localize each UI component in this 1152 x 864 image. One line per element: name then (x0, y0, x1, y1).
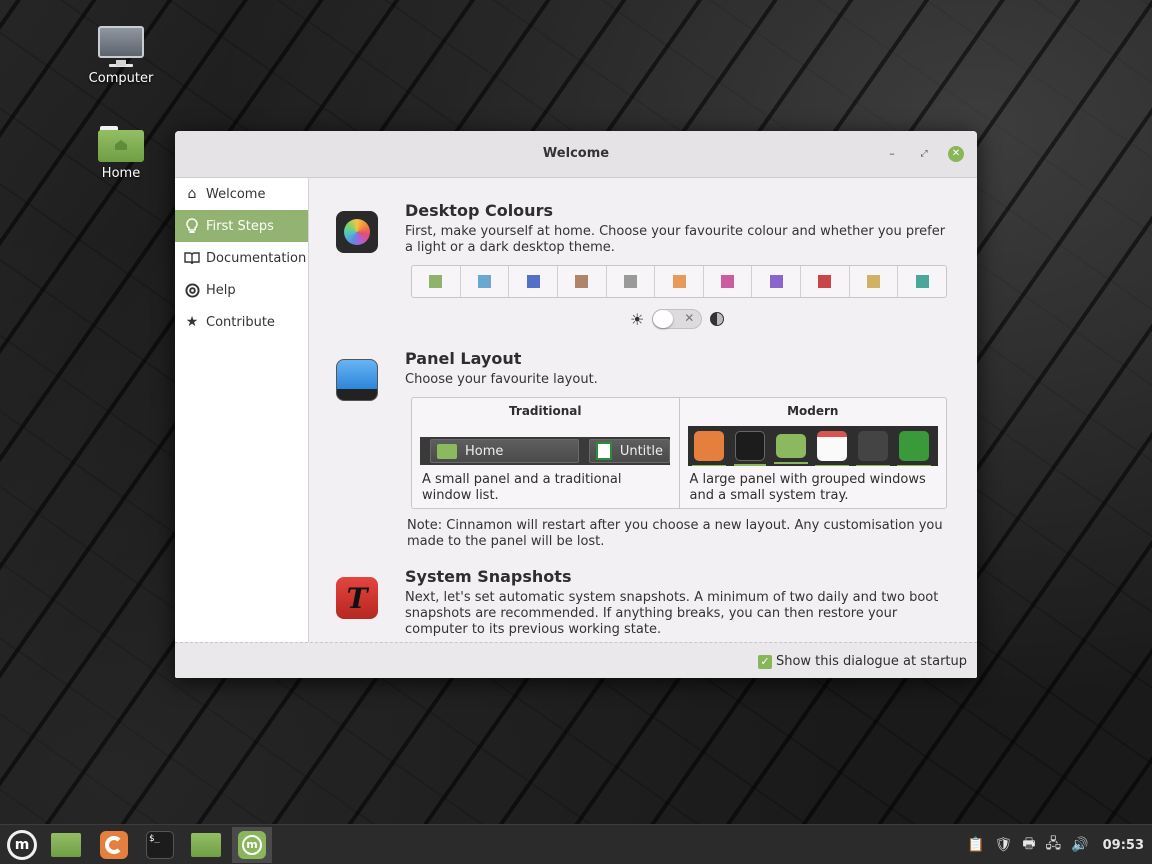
network-icon[interactable]: 🖧 (1046, 833, 1062, 857)
clock[interactable]: 09:53 (1103, 838, 1144, 853)
sidebar-item-label: First Steps (206, 218, 274, 234)
timeshift-icon: T (336, 577, 378, 619)
spreadsheet-icon (896, 431, 931, 466)
section-title-snapshots: System Snapshots (405, 567, 572, 586)
star-icon: ★ (185, 314, 199, 330)
panel-layout-icon (336, 359, 378, 401)
layout-option-modern[interactable]: Modern A large panel with grouped window… (680, 398, 947, 508)
preview-label: Home (465, 443, 504, 459)
taskbar: m $_ m 📋 🛡 🖶 🖧 🔊 09:53 (0, 824, 1152, 864)
folder-icon (773, 434, 808, 464)
sidebar-item-help[interactable]: Help (175, 274, 308, 306)
colour-option[interactable] (412, 266, 461, 297)
system-tray: 📋 🛡 🖶 🖧 🔊 09:53 (967, 825, 1152, 864)
colour-option[interactable] (801, 266, 850, 297)
taskbar-files-launcher[interactable] (46, 827, 86, 863)
calculator-icon (855, 431, 890, 466)
lifebuoy-icon (184, 282, 200, 298)
taskbar-welcome-window[interactable]: m (232, 827, 272, 863)
firefox-icon (100, 831, 128, 859)
sidebar-item-label: Contribute (206, 314, 275, 330)
shield-icon[interactable]: 🛡 (995, 837, 1013, 853)
maximize-button[interactable]: ⤢ (916, 146, 932, 162)
colour-option[interactable] (509, 266, 558, 297)
layout-option-desc: A large panel with grouped windows and a… (689, 472, 926, 503)
colour-option[interactable] (850, 266, 899, 297)
volume-icon[interactable]: 🔊 (1071, 837, 1088, 853)
folder-icon (191, 833, 221, 857)
sidebar-item-documentation[interactable]: Documentation (175, 242, 308, 274)
lightbulb-icon (184, 218, 200, 234)
close-button[interactable]: ✕ (948, 146, 964, 162)
section-text-panel: Choose your favourite layout. (405, 372, 598, 387)
desktop-icon-label: Home (101, 166, 141, 181)
traditional-preview: Home Untitle (420, 437, 670, 465)
dark-mode-switch[interactable]: ✕ (652, 309, 703, 329)
section-title-panel: Panel Layout (405, 349, 522, 368)
desktop-icon-home[interactable]: Home (76, 126, 166, 181)
desktop-icon-computer[interactable]: Computer (76, 26, 166, 86)
sun-icon: ☀ (630, 309, 645, 329)
spreadsheet-icon (595, 442, 612, 460)
content-pane: Desktop Colours First, make yourself at … (310, 178, 977, 642)
colour-option[interactable] (752, 266, 802, 297)
terminal-icon: $_ (146, 831, 174, 859)
taskbar-files-launcher-2[interactable] (186, 827, 226, 863)
terminal-icon (733, 431, 766, 466)
mint-logo-icon: m (7, 830, 37, 860)
moon-icon (710, 312, 725, 326)
sidebar-item-first-steps[interactable]: First Steps (175, 210, 308, 242)
section-text-snapshots: Next, let's set automatic system snapsho… (405, 590, 939, 637)
colour-option[interactable] (655, 266, 704, 297)
folder-icon (437, 443, 457, 459)
computer-icon (98, 26, 144, 66)
section-title-colours: Desktop Colours (405, 201, 553, 220)
home-folder-icon (98, 126, 144, 162)
layout-option-title: Traditional (509, 404, 582, 418)
printer-icon[interactable]: 🖶 (1022, 833, 1035, 857)
taskbar-firefox-launcher[interactable] (94, 827, 134, 863)
colour-option[interactable] (461, 266, 510, 297)
calendar-icon (814, 431, 849, 466)
sidebar-item-label: Welcome (206, 186, 266, 202)
menu-button[interactable]: m (2, 827, 42, 863)
sidebar-item-welcome[interactable]: ⌂ Welcome (175, 178, 308, 210)
welcome-window: Welcome – ⤢ ✕ ⌂ Welcome First Steps Docu… (175, 131, 977, 678)
colour-picker (411, 265, 947, 298)
startup-checkbox[interactable]: ✓ (757, 654, 772, 669)
startup-checkbox-row[interactable]: ✓ Show this dialogue at startup (757, 654, 967, 669)
sidebar-item-label: Help (206, 282, 236, 298)
footer: ✓ Show this dialogue at startup (175, 642, 977, 678)
layout-option-traditional[interactable]: Traditional Home Untitle A small panel a… (412, 398, 680, 508)
firefox-icon (691, 431, 726, 466)
panel-note: Note: Cinnamon will restart after you ch… (407, 518, 943, 549)
clipboard-icon[interactable]: 📋 (967, 837, 984, 853)
window-title: Welcome (542, 146, 610, 161)
layout-option-title: Modern (787, 404, 839, 418)
desktop-icon-label: Computer (88, 71, 154, 86)
colour-option[interactable] (607, 266, 656, 297)
preview-label: Untitle (619, 443, 663, 459)
startup-label: Show this dialogue at startup (775, 654, 967, 669)
section-text-colours: First, make yourself at home. Choose you… (405, 224, 946, 255)
colour-option[interactable] (704, 266, 753, 297)
layout-option-desc: A small panel and a traditional window l… (422, 472, 622, 503)
layout-options: Traditional Home Untitle A small panel a… (411, 397, 947, 509)
colour-option[interactable] (898, 266, 946, 297)
minimize-button[interactable]: – (884, 146, 900, 162)
mint-welcome-icon: m (238, 831, 266, 859)
sidebar: ⌂ Welcome First Steps Documentation Help… (175, 178, 309, 642)
folder-icon (51, 833, 81, 857)
titlebar[interactable]: Welcome – ⤢ ✕ (175, 131, 977, 178)
taskbar-terminal-launcher[interactable]: $_ (140, 827, 180, 863)
colour-option[interactable] (558, 266, 607, 297)
sidebar-item-contribute[interactable]: ★ Contribute (175, 306, 308, 338)
home-icon: ⌂ (187, 186, 197, 202)
modern-preview (687, 426, 938, 466)
theme-toggle: ☀ ✕ (630, 309, 725, 329)
book-icon (184, 250, 200, 266)
sidebar-item-label: Documentation (206, 250, 307, 266)
colours-icon (336, 211, 378, 253)
